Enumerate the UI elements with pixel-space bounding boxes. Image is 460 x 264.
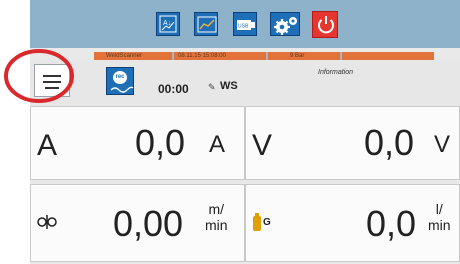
timer-display: 00:00	[158, 82, 189, 96]
current-symbol: A	[37, 129, 58, 162]
top-toolbar: A↓ USB	[30, 0, 460, 48]
gas-value: 0,0	[366, 203, 417, 244]
graph-scale-icon[interactable]: A↓	[156, 12, 180, 36]
ws-label: WS	[220, 80, 238, 92]
gas-unit: l/ min	[428, 201, 451, 233]
current-value: 0,0	[135, 122, 186, 163]
gas-label: G	[263, 217, 271, 228]
info-row: rec 00:00 ✎ WS Information	[30, 60, 460, 106]
device-name: WeldScanner	[106, 53, 142, 59]
voltage-reading: V 0,0 V	[245, 106, 460, 180]
current-reading: A 0,0 A	[30, 106, 245, 180]
wire-feed-reading: 0,00 m/ min	[30, 184, 245, 262]
svg-text:A↓: A↓	[163, 20, 171, 27]
information-label: Information	[318, 69, 354, 76]
device-screen: A↓ USB WeldScanner 08.11.15 15:08:00 9 B…	[30, 0, 460, 264]
current-unit: A	[209, 131, 226, 158]
record-button[interactable]: rec	[106, 67, 134, 95]
power-button[interactable]	[312, 11, 338, 38]
svg-text:USB: USB	[238, 24, 249, 30]
wire-feed-unit: m/ min	[205, 201, 228, 233]
gas-bottle-icon	[253, 213, 261, 231]
status-strip: WeldScanner 08.11.15 15:08:00 9 Bar	[94, 52, 434, 60]
voltage-symbol: V	[252, 129, 273, 162]
gas-flow-reading: G 0,0 l/ min	[245, 184, 460, 262]
pencil-icon: ✎	[208, 82, 216, 92]
voltage-unit: V	[434, 131, 451, 158]
annotation-circle	[4, 49, 74, 103]
power-icon	[318, 16, 334, 34]
datetime: 08.11.15 15:08:00	[178, 53, 226, 59]
settings-gears-icon[interactable]	[270, 12, 300, 36]
voltage-value: 0,0	[364, 122, 415, 163]
wire-feed-icon	[37, 215, 57, 229]
chart-icon[interactable]	[194, 12, 218, 36]
pressure: 9 Bar	[290, 53, 305, 59]
usb-icon[interactable]: USB	[233, 12, 257, 36]
wire-feed-value: 0,00	[113, 203, 184, 244]
